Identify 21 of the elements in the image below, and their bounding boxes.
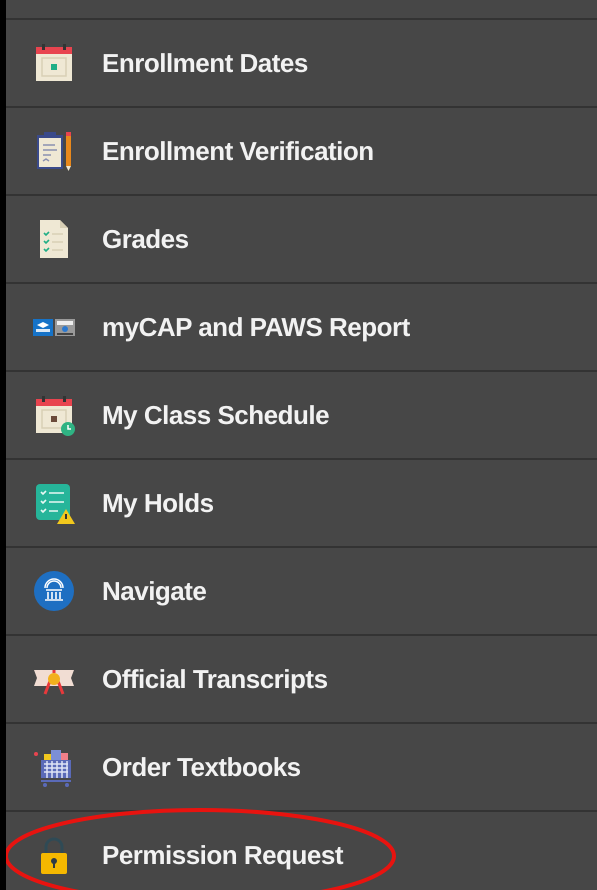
menu-item[interactable]: myCAP and PAWS Report [6,284,597,372]
menu-item-label: Official Transcripts [102,662,328,696]
menu-item[interactable]: Order Textbooks [6,724,597,812]
menu-item-label: myCAP and PAWS Report [102,310,410,344]
menu-item[interactable]: Enrollment Dates [6,20,597,108]
menu-item-label: Enrollment Verification [102,134,374,168]
menu-item[interactable]: Permission Request [6,812,597,890]
menu-item[interactable]: Navigate [6,548,597,636]
menu-item-label: Enrollment Dates [102,46,308,80]
menu-item[interactable]: Grades [6,196,597,284]
columned-building-icon [32,569,76,613]
menu-item-label: Navigate [102,574,206,608]
menu-item-label: Permission Request [102,838,343,872]
menu-item[interactable]: Enrollment Verification [6,108,597,196]
menu-item[interactable]: My Class Schedule [6,372,597,460]
menu-item-label: My Holds [102,486,214,520]
menu-item[interactable]: My Holds [6,460,597,548]
menu-item-label: Grades [102,222,189,256]
menu-item-label: My Class Schedule [102,398,330,432]
menu-item[interactable]: Official Transcripts [6,636,597,724]
menu-item-label: Order Textbooks [102,750,301,784]
